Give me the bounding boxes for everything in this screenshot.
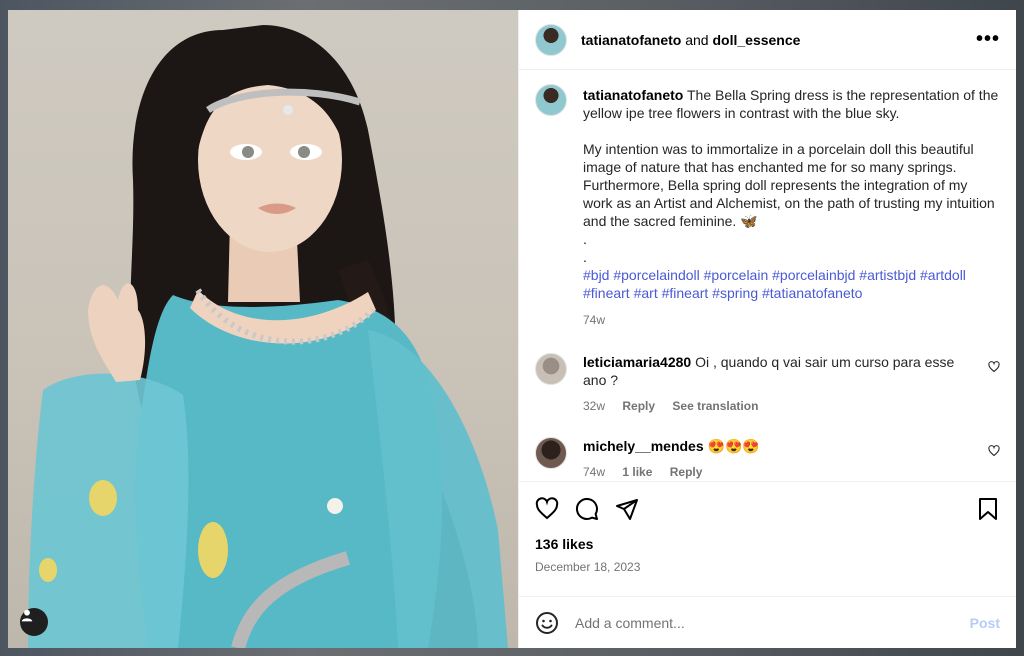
post-header: tatianatofaneto and doll_essence ••• [519, 10, 1016, 70]
author-username[interactable]: tatianatofaneto [581, 32, 681, 48]
comment-item: leticiamaria4280 Oi , quando q vai sair … [535, 353, 1000, 415]
caption-dots: . . [583, 231, 587, 265]
share-icon[interactable] [615, 497, 639, 521]
reply-button[interactable]: Reply [622, 399, 655, 413]
post-button[interactable]: Post [970, 615, 1000, 631]
comment-username[interactable]: michely__mendes [583, 438, 704, 454]
author-avatar[interactable] [535, 23, 567, 56]
comment-item: michely__mendes 😍😍😍 74w 1 like Reply [535, 437, 1000, 481]
comment-age[interactable]: 74w [583, 465, 605, 479]
user-tag-icon[interactable] [20, 608, 48, 636]
comment-icon[interactable] [575, 497, 599, 521]
caption: tatianatofaneto The Bella Spring dress i… [535, 84, 1000, 329]
caption-line2: My intention was to immortalize in a por… [583, 141, 995, 229]
heart-icon[interactable] [535, 497, 559, 521]
caption-hashtags[interactable]: #bjd #porcelaindoll #porcelain #porcelai… [583, 266, 1000, 302]
commenter-avatar[interactable] [535, 437, 567, 469]
post-photo[interactable] [8, 10, 518, 648]
post-actions: 136 likes December 18, 2023 [519, 481, 1016, 582]
authors-connector: and [685, 31, 709, 48]
comment-composer: Post [519, 596, 1016, 648]
comments-area: tatianatofaneto The Bella Spring dress i… [519, 70, 1016, 481]
comment-text: 😍😍😍 [707, 438, 760, 454]
commenter-avatar[interactable] [535, 353, 567, 385]
post-authors: tatianatofaneto and doll_essence [581, 32, 800, 48]
comment-like-heart-icon[interactable] [988, 445, 1000, 457]
caption-username[interactable]: tatianatofaneto [583, 87, 683, 103]
bookmark-icon[interactable] [976, 497, 1000, 521]
comment-like-heart-icon[interactable] [988, 361, 1000, 373]
see-translation-button[interactable]: See translation [672, 399, 758, 413]
post-date: December 18, 2023 [535, 560, 641, 574]
emoji-icon[interactable] [535, 611, 559, 635]
more-horizontal-icon[interactable]: ••• [976, 28, 1000, 51]
comment-username[interactable]: leticiamaria4280 [583, 354, 691, 370]
post-modal: tatianatofaneto and doll_essence ••• tat… [8, 10, 1016, 648]
comment-input[interactable] [575, 614, 970, 631]
collaborator-username[interactable]: doll_essence [712, 32, 800, 48]
caption-avatar[interactable] [535, 84, 567, 116]
doll-illustration [28, 25, 508, 648]
comment-age[interactable]: 32w [583, 399, 605, 413]
likes-count[interactable]: 136 likes [535, 536, 1000, 552]
post-side-panel: tatianatofaneto and doll_essence ••• tat… [518, 10, 1016, 648]
comment-likes[interactable]: 1 like [622, 465, 652, 479]
caption-age[interactable]: 74w [583, 311, 1000, 329]
reply-button[interactable]: Reply [670, 465, 703, 479]
